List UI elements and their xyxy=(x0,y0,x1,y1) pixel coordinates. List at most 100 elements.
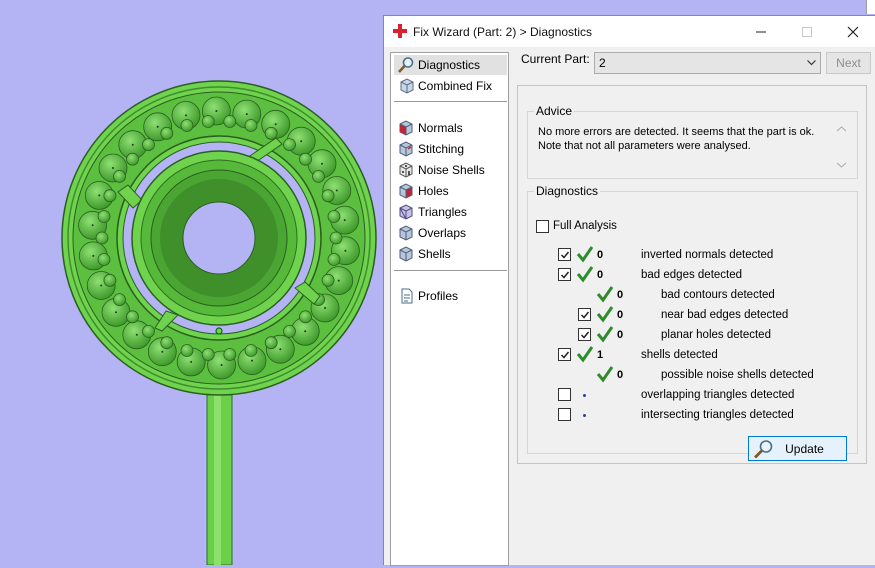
nav-label: Diagnostics xyxy=(418,58,481,72)
diagnostic-label: overlapping triangles detected xyxy=(641,389,795,401)
nav-item-holes[interactable]: Holes xyxy=(394,181,507,201)
advice-group: Advice No more errors are detected. It s… xyxy=(527,104,858,179)
bearing-ball xyxy=(283,324,296,338)
status-ok-icon xyxy=(596,285,614,306)
ball-center-dot xyxy=(156,125,159,128)
status-ok-icon xyxy=(596,325,614,346)
bearing-ball xyxy=(103,189,117,203)
wizard-nav: Diagnostics Combined Fix Normals Stitchi… xyxy=(390,52,509,566)
bearing-ball xyxy=(201,348,215,361)
maximize-button[interactable] xyxy=(784,16,830,47)
current-part-label: Current Part: xyxy=(521,52,590,66)
diagnostics-title: Diagnostics xyxy=(534,184,601,198)
bearing-ball xyxy=(264,336,278,350)
overlaps-cube-icon xyxy=(399,225,413,241)
nav-item-normals[interactable]: Normals xyxy=(394,118,507,138)
row-checkbox[interactable] xyxy=(578,308,591,321)
nav-item-overlaps[interactable]: Overlaps xyxy=(394,223,507,243)
ball-center-dot xyxy=(135,333,138,336)
bearing-ball xyxy=(113,169,126,183)
row-checkbox[interactable] xyxy=(578,328,591,341)
ball-center-dot xyxy=(335,189,338,192)
bearing-ball xyxy=(180,344,194,357)
nav-item-profiles[interactable]: Profiles xyxy=(394,286,507,306)
current-part-select[interactable]: 2 xyxy=(594,52,821,74)
normals-cube-icon xyxy=(399,120,413,136)
status-ok-icon xyxy=(576,265,594,286)
maximize-icon xyxy=(802,27,812,37)
checkmark-icon xyxy=(580,311,590,319)
bearing-ball xyxy=(126,310,139,324)
nav-separator xyxy=(394,101,507,102)
ball-center-dot xyxy=(161,350,164,353)
nav-label: Overlaps xyxy=(418,226,467,240)
advice-line-2: Note that not all parameters were analys… xyxy=(538,140,751,152)
bearing-ball xyxy=(327,253,341,266)
nav-item-noise-shells[interactable]: Noise Shells xyxy=(394,160,507,180)
ball-center-dot xyxy=(274,123,277,126)
close-button[interactable] xyxy=(830,16,875,47)
bearing-ball xyxy=(142,138,155,152)
advice-scrollbar[interactable] xyxy=(833,124,850,170)
nav-label: Stitching xyxy=(418,142,465,156)
bearing-ball xyxy=(160,336,174,350)
next-button[interactable]: Next xyxy=(826,52,871,74)
bearing-ball xyxy=(312,169,325,183)
issue-count: 0 xyxy=(597,249,604,261)
status-ok-icon xyxy=(596,305,614,326)
ball-center-dot xyxy=(115,311,117,314)
bearing-ball xyxy=(223,348,237,361)
title-bar[interactable]: Fix Wizard (Part: 2) > Diagnostics xyxy=(384,16,875,47)
magnifier-icon xyxy=(398,57,414,73)
ball-center-dot xyxy=(343,219,346,222)
diagnostic-label: possible noise shells detected xyxy=(661,369,814,381)
bearing-ball xyxy=(160,126,174,140)
full-analysis-checkbox[interactable] xyxy=(536,220,549,233)
bearing-ball xyxy=(180,119,194,132)
ball-center-dot xyxy=(91,224,94,227)
row-checkbox[interactable] xyxy=(558,388,571,401)
bearing-ball xyxy=(264,126,278,140)
ball-center-dot xyxy=(185,114,187,117)
issue-count: 0 xyxy=(617,289,624,301)
issue-count: 0 xyxy=(617,369,624,381)
stitching-cube-icon xyxy=(399,141,413,157)
issue-count: 0 xyxy=(617,309,624,321)
bearing-ball xyxy=(244,344,258,357)
scroll-arrows-icon xyxy=(836,126,847,168)
advice-text: No more errors are detected. It seems th… xyxy=(538,125,828,153)
nav-item-combined-fix[interactable]: Combined Fix xyxy=(394,76,507,96)
diagnostic-label: bad edges detected xyxy=(641,269,743,281)
nav-item-diagnostics[interactable]: Diagnostics xyxy=(394,55,507,75)
diagnostic-label: bad contours detected xyxy=(661,289,775,301)
viewport-scrollbar[interactable] xyxy=(866,0,875,14)
ball-center-dot xyxy=(321,162,323,165)
dice-icon xyxy=(399,162,413,178)
row-checkbox[interactable] xyxy=(558,248,571,261)
issue-count: 0 xyxy=(597,269,604,281)
bearing-ball xyxy=(299,310,312,324)
status-ok-icon xyxy=(576,345,594,366)
checkmark-icon xyxy=(560,351,570,359)
status-not-run-icon xyxy=(583,394,586,397)
minimize-icon xyxy=(756,31,766,33)
cube-icon xyxy=(400,78,414,94)
issue-count: 0 xyxy=(617,329,624,341)
nav-item-triangles[interactable]: Triangles xyxy=(394,202,507,222)
nav-label: Shells xyxy=(418,247,451,261)
diagnostic-label: near bad edges detected xyxy=(661,309,789,321)
update-button[interactable]: Update xyxy=(748,436,847,461)
nav-item-shells[interactable]: Shells xyxy=(394,244,507,264)
row-checkbox[interactable] xyxy=(558,348,571,361)
advice-title: Advice xyxy=(534,104,575,118)
row-checkbox[interactable] xyxy=(558,268,571,281)
nav-label: Combined Fix xyxy=(418,79,493,93)
current-part-value: 2 xyxy=(599,56,606,70)
diagnostic-label: intersecting triangles detected xyxy=(641,409,794,421)
minimize-button[interactable] xyxy=(738,16,784,47)
nav-separator xyxy=(394,270,507,271)
window-title: Fix Wizard (Part: 2) > Diagnostics xyxy=(413,25,593,39)
row-checkbox[interactable] xyxy=(558,408,571,421)
nav-item-stitching[interactable]: Stitching xyxy=(394,139,507,159)
diagnostics-page: Current Part: 2 Next Advice No more erro… xyxy=(517,50,875,565)
